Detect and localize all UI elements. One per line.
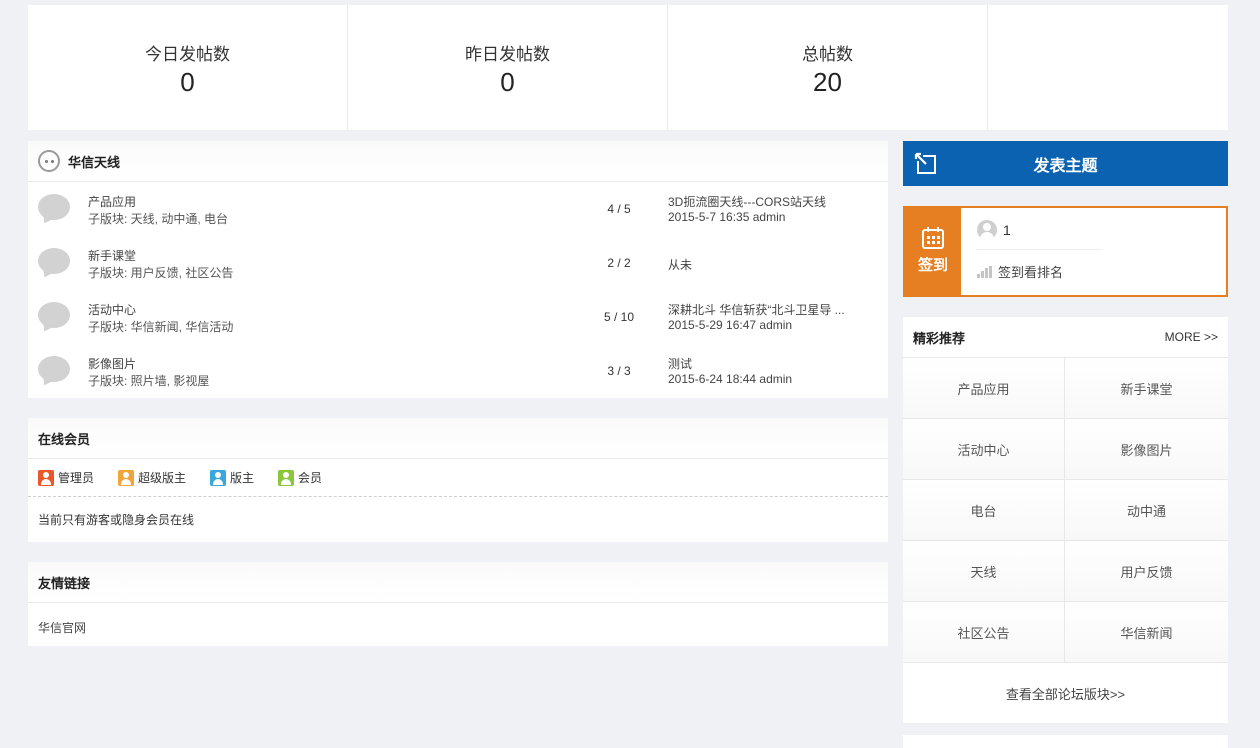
legend-label: 版主 [230, 471, 255, 485]
legend-member: 会员 [278, 469, 322, 486]
view-all-forums-link[interactable]: 查看全部论坛版块>> [903, 663, 1228, 723]
calendar-icon [922, 227, 944, 249]
subforum-list[interactable]: 子版块: 华信新闻, 华信活动 [88, 318, 233, 335]
recommend-item[interactable]: 产品应用 [903, 358, 1065, 419]
stat-total: 总帖数 20 [668, 5, 988, 130]
forum-row: 影像图片 子版块: 照片墙, 影视屋 3 / 3 测试 2015-6-24 18… [28, 344, 888, 398]
signal-bars-icon [977, 265, 993, 278]
new-topic-button[interactable]: 发表主题 [903, 141, 1228, 186]
checkin-count: 1 [1003, 222, 1011, 238]
last-post-link[interactable]: 3D扼流圈天线---CORS站天线 [668, 193, 868, 210]
recommend-title: 精彩推荐 [913, 330, 966, 346]
member-legend: 管理员 超级版主 版主 会员 [28, 459, 888, 497]
friend-links-header: 友情链接 [28, 562, 888, 603]
recommend-item[interactable]: 华信新闻 [1065, 602, 1228, 663]
moderator-user-icon [210, 469, 227, 486]
stats-bar: 今日发帖数 0 昨日发帖数 0 总帖数 20 [28, 5, 1228, 130]
recommend-grid: 产品应用 新手课堂 活动中心 影像图片 电台 动中通 天线 用户反馈 社区公告 … [903, 358, 1228, 663]
legend-label: 会员 [298, 471, 323, 485]
forum-row: 产品应用 子版块: 天线, 动中通, 电台 4 / 5 3D扼流圈天线---CO… [28, 182, 888, 236]
friend-links-title: 友情链接 [38, 575, 91, 591]
online-members-header: 在线会员 [28, 418, 888, 459]
stat-empty [988, 5, 1228, 130]
checkin-rank-link[interactable]: 签到看排名 [977, 262, 1063, 281]
stat-label: 总帖数 [802, 45, 853, 64]
stat-label: 昨日发帖数 [465, 45, 550, 64]
recommend-item[interactable]: 社区公告 [903, 602, 1065, 663]
super-moderator-user-icon [118, 469, 135, 486]
legend-admin: 管理员 [38, 469, 94, 486]
more-link[interactable]: MORE >> [1165, 330, 1218, 344]
recommend-item[interactable]: 用户反馈 [1065, 541, 1228, 602]
checkin-divider [977, 249, 1102, 250]
checkin-user-count: 1 [977, 220, 1011, 240]
recommend-item[interactable]: 活动中心 [903, 419, 1065, 480]
stat-today: 今日发帖数 0 [28, 5, 348, 130]
forum-bubble-icon [38, 356, 70, 382]
forum-category-panel: 华信天线 产品应用 子版块: 天线, 动中通, 电台 4 / 5 3D扼流圈天线… [28, 141, 888, 398]
admin-user-icon [38, 469, 54, 486]
legend-moderator: 版主 [210, 469, 254, 486]
checkin-rank-text[interactable]: 签到看排名 [998, 262, 1063, 281]
last-post-text: 从未 [668, 258, 693, 272]
recommend-header: 精彩推荐 MORE >> [903, 317, 1228, 358]
new-topic-label[interactable]: 发表主题 [1033, 152, 1097, 176]
recommend-panel: 精彩推荐 MORE >> 产品应用 新手课堂 活动中心 影像图片 电台 动中通 … [903, 317, 1228, 723]
member-user-icon [278, 469, 295, 486]
stat-yesterday: 昨日发帖数 0 [348, 5, 668, 130]
friend-link[interactable]: 华信官网 [38, 621, 86, 635]
forum-bubble-icon [38, 194, 70, 220]
forum-row: 新手课堂 子版块: 用户反馈, 社区公告 2 / 2 从未 [28, 236, 888, 290]
online-members-panel: 在线会员 管理员 超级版主 版主 会员 当前只有游客或隐身会员在线 [28, 418, 888, 542]
forum-bubble-icon [38, 248, 70, 274]
last-post-meta[interactable]: 2015-5-29 16:47 admin [668, 318, 792, 332]
legend-label: 超级版主 [138, 471, 187, 485]
forum-count: 5 / 10 [603, 310, 635, 324]
stat-value: 0 [500, 67, 515, 97]
forum-name-link[interactable]: 产品应用 [88, 193, 136, 210]
checkin-box: 签到 1 签到看排名 [903, 206, 1228, 297]
stat-label: 今日发帖数 [145, 45, 230, 64]
forum-name-link[interactable]: 影像图片 [88, 355, 136, 372]
recommend-item[interactable]: 动中通 [1065, 480, 1228, 541]
collapse-icon[interactable] [38, 150, 60, 172]
last-post-meta[interactable]: 2015-5-7 16:35 admin [668, 210, 785, 224]
recommend-item[interactable]: 天线 [903, 541, 1065, 602]
online-members-title: 在线会员 [38, 431, 91, 447]
stat-value: 20 [813, 67, 842, 97]
forum-count: 4 / 5 [607, 202, 631, 216]
recommend-item[interactable]: 影像图片 [1065, 419, 1228, 480]
legend-super-moderator: 超级版主 [118, 469, 186, 486]
forum-count: 3 / 3 [607, 364, 631, 378]
legend-label: 管理员 [58, 471, 95, 485]
edit-pen-icon [914, 152, 936, 174]
forum-name-link[interactable]: 新手课堂 [88, 247, 136, 264]
subforum-list[interactable]: 子版块: 天线, 动中通, 电台 [88, 210, 228, 227]
friend-links-body: 华信官网 [28, 603, 888, 652]
forum-bubble-icon [38, 302, 70, 328]
recommend-item[interactable]: 电台 [903, 480, 1065, 541]
checkin-label[interactable]: 签到 [905, 254, 961, 275]
forum-count: 2 / 2 [607, 256, 631, 270]
checkin-button[interactable]: 签到 [905, 208, 961, 295]
last-post-link[interactable]: 测试 [668, 355, 868, 372]
last-post-link[interactable]: 深耕北斗 华信斩获“北斗卫星导 ... [668, 301, 868, 318]
forum-category-title[interactable]: 华信天线 [68, 152, 120, 171]
online-status-note: 当前只有游客或隐身会员在线 [38, 513, 195, 527]
forum-category-header[interactable]: 华信天线 [28, 141, 888, 182]
next-panel-edge [903, 735, 1228, 748]
last-post-meta[interactable]: 2015-6-24 18:44 admin [668, 372, 792, 386]
recommend-item[interactable]: 新手课堂 [1065, 358, 1228, 419]
avatar-icon [977, 220, 997, 240]
forum-row: 活动中心 子版块: 华信新闻, 华信活动 5 / 10 深耕北斗 华信斩获“北斗… [28, 290, 888, 344]
forum-name-link[interactable]: 活动中心 [88, 301, 136, 318]
subforum-list[interactable]: 子版块: 照片墙, 影视屋 [88, 372, 209, 389]
stat-value: 0 [180, 67, 195, 97]
friend-links-panel: 友情链接 华信官网 [28, 562, 888, 646]
subforum-list[interactable]: 子版块: 用户反馈, 社区公告 [88, 264, 233, 281]
